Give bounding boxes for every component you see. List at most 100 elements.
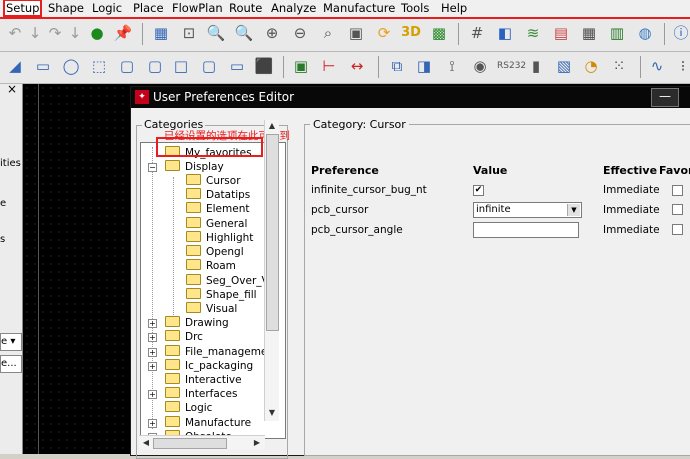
tree-node-interfaces[interactable]: Interfaces xyxy=(165,387,237,400)
tree-node-roam[interactable]: Roam xyxy=(186,259,236,272)
more-icon[interactable]: ⁝ xyxy=(672,55,690,77)
menu-setup[interactable]: Setup xyxy=(3,0,43,17)
scroll-right-icon[interactable]: ▶ xyxy=(251,438,263,447)
square-icon[interactable]: □ xyxy=(170,55,192,77)
ratsnest-icon[interactable]: ● xyxy=(86,22,108,44)
expand-icon[interactable]: + xyxy=(148,319,157,328)
add-rect-icon[interactable]: ▭ xyxy=(32,55,54,77)
probe-icon[interactable]: ⟟ xyxy=(441,55,463,77)
menu-shape[interactable]: Shape xyxy=(48,1,84,15)
table-icon[interactable]: ▦ xyxy=(578,22,600,44)
tree-node-opengl[interactable]: Opengl xyxy=(186,245,244,258)
grid-icon[interactable]: ▦ xyxy=(150,22,172,44)
tree-vertical-scrollbar[interactable]: ▲ ▼ xyxy=(264,120,279,421)
zoom-out-icon[interactable]: 🔍 xyxy=(233,22,255,44)
info-icon[interactable]: ⓘ xyxy=(670,22,690,44)
stack-icon[interactable]: ≋ xyxy=(522,22,544,44)
dimension-icon[interactable]: ⊢ xyxy=(318,55,340,77)
menu-help[interactable]: Help xyxy=(441,1,467,15)
tree-node-shape-fill[interactable]: Shape_fill xyxy=(186,288,257,301)
flip-icon[interactable]: ▩ xyxy=(428,22,450,44)
scroll-down-icon[interactable]: ▼ xyxy=(266,408,278,417)
tree-node-element[interactable]: Element xyxy=(186,202,249,215)
left-panel-button[interactable]: e... xyxy=(0,355,22,373)
tree-node-manufacture[interactable]: Manufacture xyxy=(165,416,251,429)
select-icon[interactable]: ⬚ xyxy=(88,55,110,77)
back-icon[interactable]: ↷ xyxy=(44,22,66,44)
tree-node-ic-packaging[interactable]: Ic_packaging xyxy=(165,359,253,372)
pin-icon[interactable]: 📌 xyxy=(112,22,134,44)
favorite-checkbox[interactable] xyxy=(672,224,683,235)
favorite-checkbox[interactable] xyxy=(672,185,683,196)
rs232-icon[interactable]: RS232 xyxy=(497,55,526,77)
tag-icon[interactable]: ◔ xyxy=(580,55,602,77)
flag-icon[interactable]: ▮ xyxy=(525,55,547,77)
layers-icon[interactable]: ◧ xyxy=(494,22,516,44)
menu-flowplan[interactable]: FlowPlan xyxy=(172,1,223,15)
world-icon[interactable]: ◍ xyxy=(634,22,656,44)
tree-node-highlight[interactable]: Highlight xyxy=(186,231,253,244)
matrix-icon[interactable]: ⁙ xyxy=(608,55,630,77)
scroll-thumb[interactable] xyxy=(266,134,279,331)
expand-icon[interactable]: + xyxy=(148,362,157,371)
camera-icon[interactable]: ◉ xyxy=(469,55,491,77)
tree-node-cursor[interactable]: Cursor xyxy=(186,174,241,187)
menu-route[interactable]: Route xyxy=(229,1,262,15)
bus-icon[interactable]: ◨ xyxy=(413,55,435,77)
left-panel-dropdown[interactable]: e ▾ xyxy=(0,333,22,351)
expand-icon[interactable]: + xyxy=(148,348,157,357)
zoom-world-icon[interactable]: ⌕ xyxy=(317,22,339,44)
chip-icon[interactable]: ▧ xyxy=(553,55,575,77)
frame-icon[interactable]: ▢ xyxy=(144,55,166,77)
zoom-prev-icon[interactable]: ⊕ xyxy=(261,22,283,44)
pcb-cursor-select[interactable]: infinite ▼ xyxy=(473,202,582,218)
refresh-icon[interactable]: ⟳ xyxy=(373,22,395,44)
zoom-points-icon[interactable]: ▣ xyxy=(345,22,367,44)
tree-node-general[interactable]: General xyxy=(186,217,247,230)
expand-icon[interactable]: + xyxy=(148,390,157,399)
tree-node-file-management[interactable]: File_management xyxy=(165,345,278,358)
3d-view-icon[interactable]: 3D xyxy=(400,22,422,44)
tree-node-interactive[interactable]: Interactive xyxy=(165,373,242,386)
wave-icon[interactable]: ∿ xyxy=(646,55,668,77)
tree-node-display[interactable]: Display xyxy=(165,160,224,173)
tree-horizontal-scrollbar[interactable]: ◀ ▶ xyxy=(139,435,265,450)
expand-icon[interactable]: + xyxy=(148,333,157,342)
add-line-icon[interactable]: ◢ xyxy=(4,55,26,77)
menu-place[interactable]: Place xyxy=(133,1,164,15)
color-table-icon[interactable]: ▤ xyxy=(550,22,572,44)
dialog-title-bar[interactable]: ✦ User Preferences Editor — xyxy=(131,87,690,108)
pad-icon[interactable]: ⬛ xyxy=(253,55,275,77)
measure-icon[interactable]: ↔ xyxy=(346,55,368,77)
pcb-cursor-angle-field[interactable] xyxy=(473,222,579,238)
add-circle-icon[interactable]: ◯ xyxy=(60,55,82,77)
via-icon[interactable]: ⧉ xyxy=(386,55,408,77)
tree-node-visual[interactable]: Visual xyxy=(186,302,237,315)
tree-node-drawing[interactable]: Drawing xyxy=(165,316,229,329)
assign-color-icon[interactable]: ▥ xyxy=(606,22,628,44)
infinite-cursor-checkbox[interactable]: ✔ xyxy=(473,185,484,196)
scroll-left-icon[interactable]: ◀ xyxy=(140,438,152,447)
zoom-in-icon[interactable]: 🔍 xyxy=(205,22,227,44)
menu-tools[interactable]: Tools xyxy=(401,1,429,15)
rounded-square-icon[interactable]: ▢ xyxy=(198,55,220,77)
shape-icon[interactable]: ▢ xyxy=(116,55,138,77)
redo-icon[interactable]: ↓ xyxy=(24,22,46,44)
menu-logic[interactable]: Logic xyxy=(92,1,122,15)
zoom-area-icon[interactable]: ⊖ xyxy=(289,22,311,44)
scroll-up-icon[interactable]: ▲ xyxy=(266,121,278,130)
undo-icon[interactable]: ↶ xyxy=(4,22,26,44)
void-icon[interactable]: ▭ xyxy=(226,55,248,77)
expand-icon[interactable]: + xyxy=(148,419,157,428)
minimize-button[interactable]: — xyxy=(651,88,679,107)
favorite-checkbox[interactable] xyxy=(672,204,683,215)
zoom-fit-icon[interactable]: ⊡ xyxy=(178,22,200,44)
collapse-icon[interactable]: − xyxy=(148,163,157,172)
menu-manufacture[interactable]: Manufacture xyxy=(323,1,395,15)
color-grid-icon[interactable]: # xyxy=(466,22,488,44)
tree-node-datatips[interactable]: Datatips xyxy=(186,188,250,201)
scroll-thumb[interactable] xyxy=(153,438,227,449)
menu-analyze[interactable]: Analyze xyxy=(271,1,316,15)
forward-icon[interactable]: ↓ xyxy=(64,22,86,44)
close-icon[interactable]: × xyxy=(7,84,17,96)
